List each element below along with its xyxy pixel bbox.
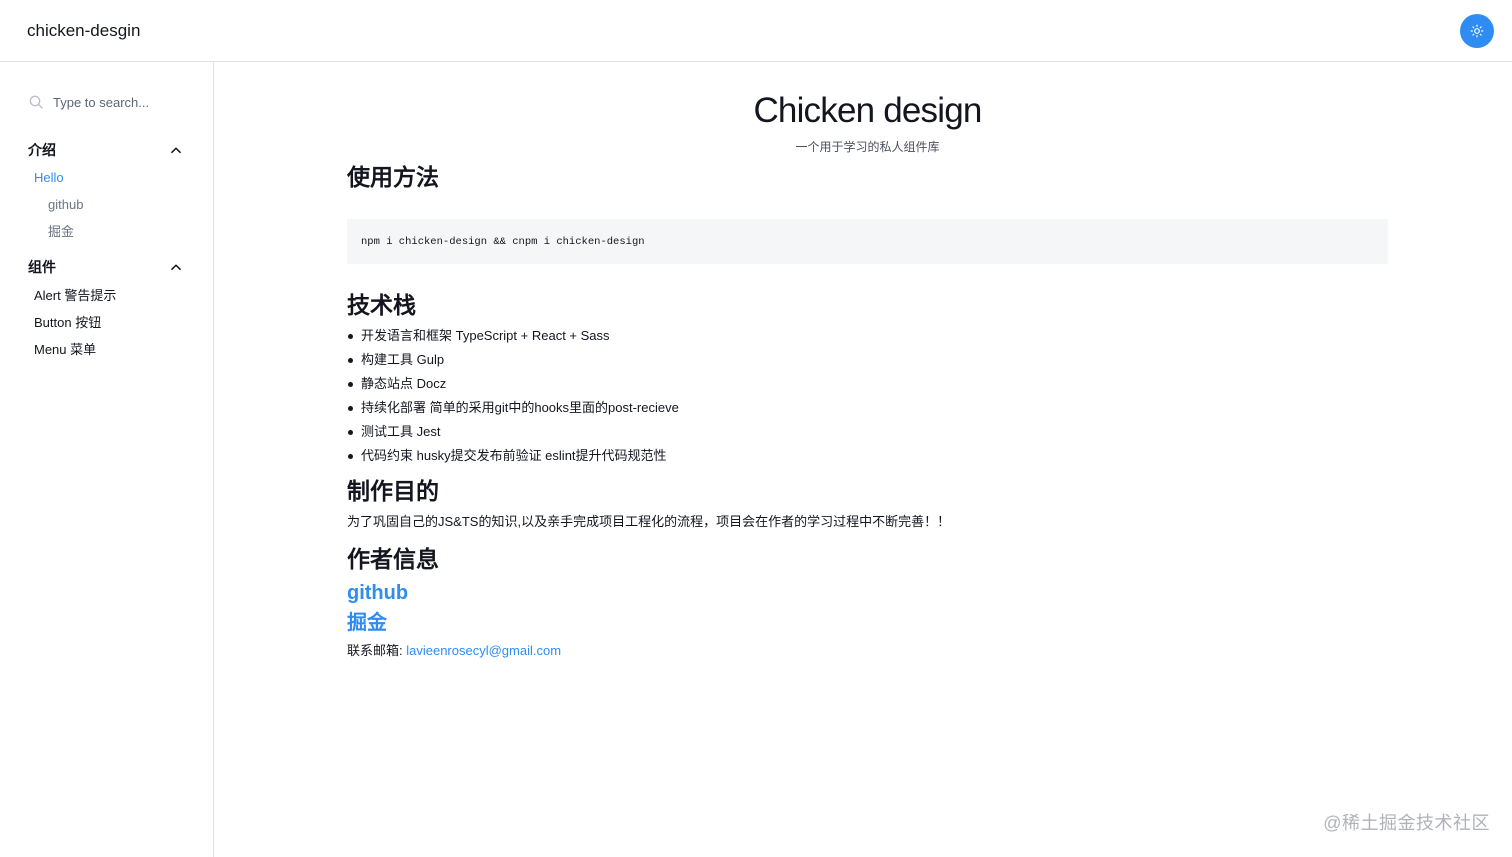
install-code-block[interactable]: npm i chicken-design && cnpm i chicken-d…: [347, 219, 1388, 264]
contact-line: 联系邮箱: lavieenrosecyl@gmail.com: [347, 641, 1388, 661]
github-link[interactable]: github: [347, 578, 1388, 608]
chevron-up-icon: [171, 147, 181, 154]
nav-group-intro-toggle[interactable]: 介绍: [0, 138, 213, 162]
nav-group-title: 组件: [28, 259, 56, 275]
sidebar-item-github[interactable]: github: [0, 191, 213, 218]
list-item: 持续化部署 简单的采用git中的hooks里面的post-recieve: [347, 396, 1388, 420]
page-title: Chicken design: [753, 91, 982, 130]
search-icon: [29, 95, 43, 109]
top-header: chicken-desgin: [0, 0, 1512, 62]
nav-group-components-toggle[interactable]: 组件: [0, 255, 213, 279]
sidebar-item-alert[interactable]: Alert 警告提示: [0, 282, 213, 309]
page-subtitle: 一个用于学习的私人组件库: [795, 140, 940, 154]
list-item: 静态站点 Docz: [347, 372, 1388, 396]
main-content: Chicken design 一个用于学习的私人组件库 使用方法 npm i c…: [347, 62, 1388, 661]
contact-label: 联系邮箱:: [347, 643, 407, 658]
chevron-up-icon: [171, 264, 181, 271]
theme-toggle-button[interactable]: [1460, 13, 1494, 48]
author-heading: 作者信息: [347, 546, 439, 572]
search-box: [28, 91, 213, 113]
list-item: 开发语言和框架 TypeScript + React + Sass: [347, 324, 1388, 348]
sun-icon: [1470, 24, 1484, 37]
email-link[interactable]: lavieenrosecyl@gmail.com: [406, 643, 561, 658]
tech-stack-heading: 技术栈: [347, 292, 416, 318]
sidebar-item-menu[interactable]: Menu 菜单: [0, 336, 213, 363]
list-item: 构建工具 Gulp: [347, 348, 1388, 372]
sidebar-item-juejin[interactable]: 掘金: [0, 218, 213, 245]
tech-stack-list: 开发语言和框架 TypeScript + React + Sass 构建工具 G…: [347, 324, 1388, 468]
sidebar: 介绍 Hello github 掘金 组件 Alert 警告提示 Button …: [0, 62, 214, 857]
usage-heading: 使用方法: [347, 164, 439, 190]
purpose-text: 为了巩固自己的JS&TS的知识,以及亲手完成项目工程化的流程，项目会在作者的学习…: [347, 514, 951, 529]
brand-title[interactable]: chicken-desgin: [27, 21, 140, 41]
nav-group-title: 介绍: [28, 142, 56, 158]
sidebar-item-button[interactable]: Button 按钮: [0, 309, 213, 336]
list-item: 代码约束 husky提交发布前验证 eslint提升代码规范性: [347, 444, 1388, 468]
watermark: @稀土掘金技术社区: [1323, 813, 1490, 833]
sidebar-item-hello[interactable]: Hello: [0, 164, 213, 191]
list-item: 测试工具 Jest: [347, 420, 1388, 444]
search-input[interactable]: [53, 94, 193, 110]
purpose-heading: 制作目的: [347, 478, 439, 504]
juejin-link[interactable]: 掘金: [347, 608, 1388, 638]
